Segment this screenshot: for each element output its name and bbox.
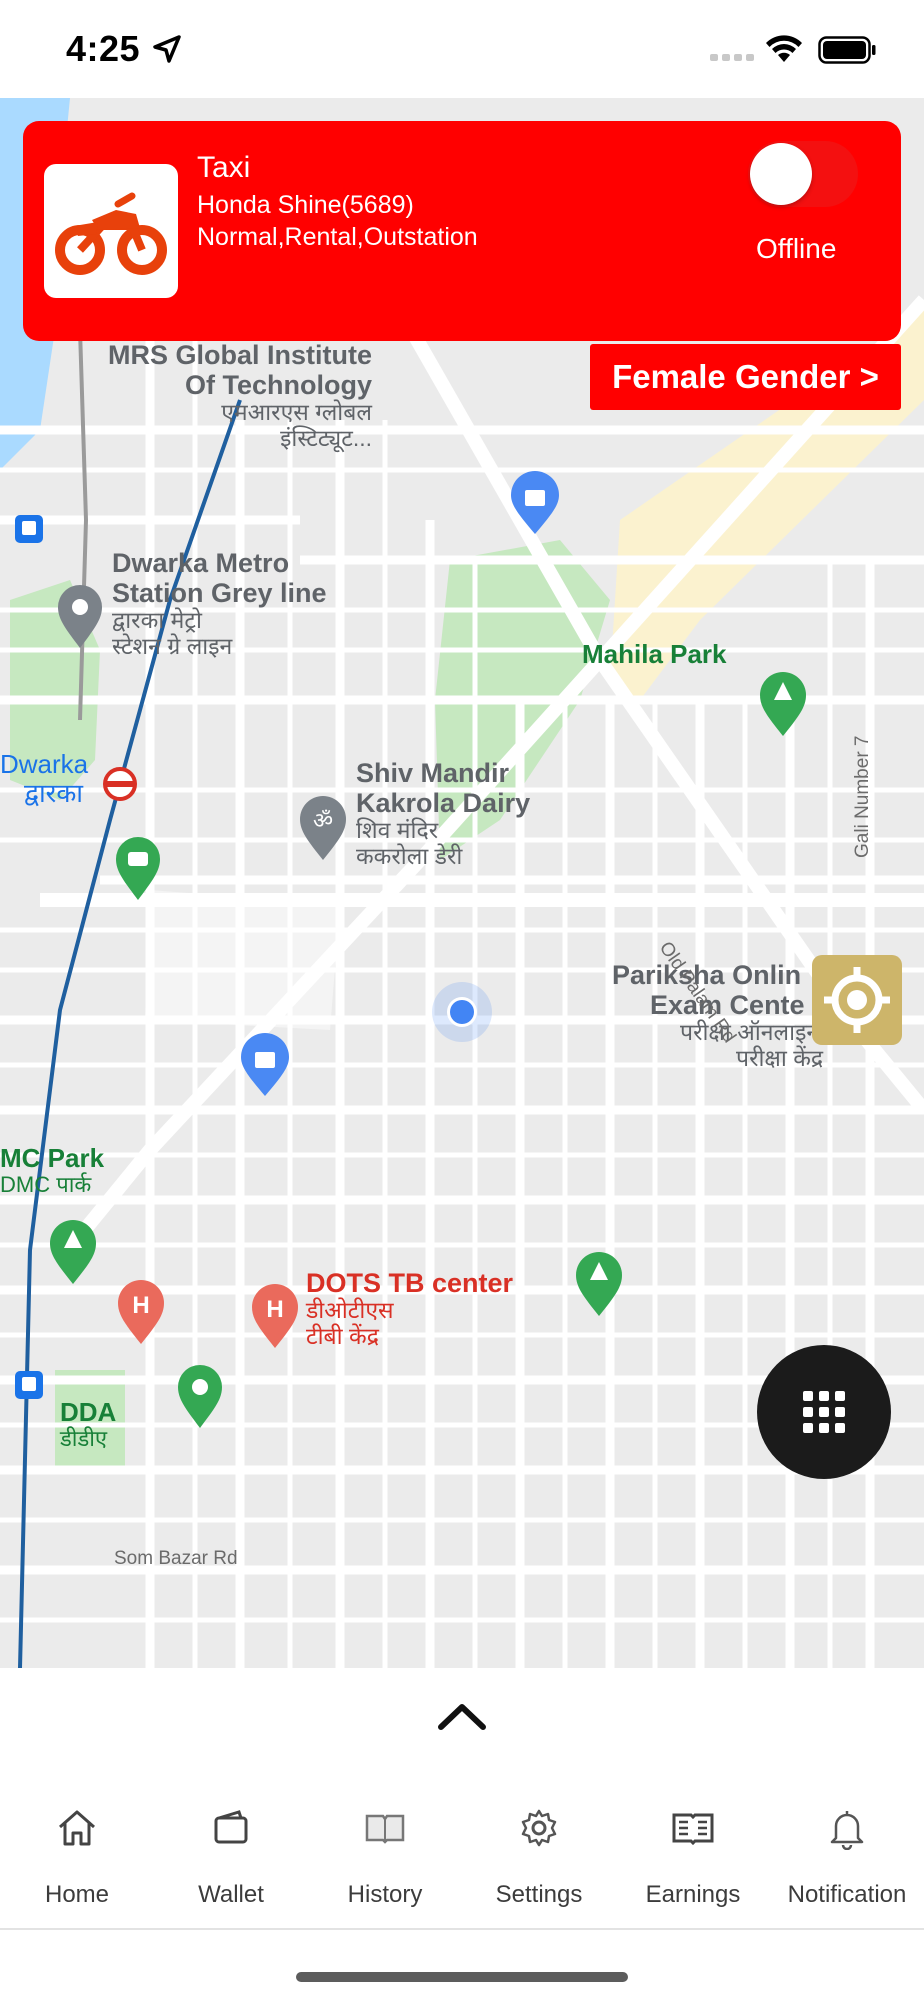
tab-home[interactable]: Home	[0, 1788, 154, 1908]
chevron-up-icon[interactable]	[437, 1701, 487, 1731]
bus-stop-icon[interactable]	[14, 1370, 44, 1400]
place-label-dots: DOTS TB center डीओटीएस टीबी केंद्र	[306, 1268, 513, 1350]
place-label-shiv-mandir: Shiv Mandir Kakrola Dairy शिव मंदिर ककरो…	[356, 758, 530, 870]
place-label-mrs-hindi2: इंस्टिट्यूट...	[280, 425, 372, 452]
earnings-icon	[672, 1813, 714, 1846]
home-icon	[59, 1810, 95, 1846]
hospital-pin-icon[interactable]: H	[116, 1280, 166, 1346]
tab-wallet[interactable]: Wallet	[154, 1788, 308, 1908]
road-label-gali-7: Gali Number 7	[852, 735, 873, 859]
place-label-pariksha-hindi2: परीक्षा केंद्र	[736, 1045, 824, 1072]
tab-label: Home	[44, 1881, 110, 1908]
wallet-icon	[214, 1810, 248, 1844]
gear-icon	[521, 1809, 557, 1847]
place-label-mrs-line2: Of Technology	[185, 370, 372, 401]
place-label-dda: DDA डीडीए	[60, 1397, 117, 1452]
place-label-dwarka-en: Dwarka	[0, 749, 89, 779]
female-gender-button[interactable]: Female Gender >	[590, 344, 901, 410]
bell-icon	[830, 1811, 864, 1850]
place-label-metro: Dwarka Metro Station Grey line द्वारका म…	[112, 548, 327, 660]
bottom-sheet: Home Wallet History Settings Earnings No…	[0, 1668, 924, 1930]
location-pin-icon[interactable]	[56, 584, 104, 650]
place-label-metro-line1: Dwarka Metro	[112, 548, 290, 578]
tab-label: Earnings	[645, 1881, 741, 1908]
place-label-shiv-hindi1: शिव मंदिर	[356, 817, 439, 844]
recenter-button[interactable]	[812, 955, 902, 1045]
battery-icon	[818, 36, 876, 64]
svg-text:H: H	[266, 1296, 283, 1323]
vehicle-thumbnail	[44, 164, 178, 298]
motorbike-icon	[55, 192, 167, 275]
book-icon	[365, 1814, 405, 1844]
place-label-pariksha-line1: Pariksha Onlin	[612, 960, 802, 990]
wifi-icon	[766, 35, 802, 62]
place-label-dwarka: Dwarka द्वारका	[0, 749, 89, 809]
dairy-pin-icon[interactable]	[114, 836, 162, 902]
vehicle-services: Normal,Rental,Outstation	[197, 223, 478, 251]
metro-station-icon[interactable]	[102, 766, 138, 802]
place-label-dmc-park: MC Park DMC पार्क	[0, 1143, 105, 1198]
location-pin-icon[interactable]	[176, 1364, 224, 1430]
place-label-dots-hindi2: टीबी केंद्र	[306, 1322, 379, 1349]
park-pin-icon[interactable]	[758, 672, 808, 738]
status-time: 4:25	[66, 28, 141, 69]
vehicle-model: Honda Shine(5689)	[197, 191, 414, 219]
tab-label: Settings	[495, 1881, 583, 1908]
vehicle-type: Taxi	[197, 151, 251, 184]
place-label-dda-hindi: डीडीए	[60, 1426, 108, 1452]
home-indicator	[296, 1972, 628, 1982]
temple-pin-icon[interactable]: ॐ	[298, 796, 348, 862]
park-pin-icon[interactable]	[574, 1252, 624, 1318]
tab-history[interactable]: History	[308, 1788, 462, 1908]
place-label-shiv-line1: Shiv Mandir	[356, 758, 510, 788]
road-label-som-bazar: Som Bazar Rd	[114, 1548, 238, 1569]
tab-earnings[interactable]: Earnings	[616, 1788, 770, 1908]
place-label-metro-line2: Station Grey line	[112, 578, 327, 609]
tab-label: Wallet	[198, 1881, 264, 1908]
place-label-mrs: MRS Global Institute Of Technology एमआरए…	[86, 340, 372, 452]
crosshair-icon	[824, 967, 890, 1033]
place-label-mrs-hindi1: एमआरएस ग्लोबल	[221, 399, 372, 426]
place-label-dwarka-hindi: द्वारका	[24, 778, 84, 809]
place-label-metro-hindi2: स्टेशन ग्रे लाइन	[112, 633, 233, 660]
tab-settings[interactable]: Settings	[462, 1788, 616, 1908]
tab-notification[interactable]: Notification	[770, 1788, 924, 1908]
place-label-dmc-hindi: DMC पार्क	[0, 1172, 92, 1198]
menu-grid-button[interactable]	[757, 1345, 891, 1479]
bus-stop-icon[interactable]	[14, 514, 44, 544]
place-label-metro-hindi1: द्वारका मेट्रो	[112, 607, 202, 634]
shopping-pin-icon[interactable]	[238, 1032, 292, 1098]
place-label-mrs-line1: MRS Global Institute	[107, 340, 372, 370]
location-arrow-icon	[153, 35, 181, 63]
park-pin-icon[interactable]	[48, 1220, 98, 1286]
svg-text:ॐ: ॐ	[313, 809, 333, 834]
tab-label: Notification	[787, 1881, 907, 1908]
place-label-mahila-park: Mahila Park	[582, 639, 727, 669]
online-toggle[interactable]	[748, 141, 858, 207]
status-bar: 4:25	[0, 0, 924, 98]
online-status-label: Offline	[756, 233, 837, 264]
place-label-dmc-en: MC Park	[0, 1143, 105, 1173]
place-label-shiv-hindi2: ककरोला डेरी	[356, 843, 463, 870]
cellular-signal-icon	[710, 54, 754, 61]
place-label-shiv-line2: Kakrola Dairy	[356, 788, 531, 819]
shopping-pin-icon[interactable]	[508, 470, 562, 536]
toggle-knob	[750, 143, 812, 205]
tab-label: History	[347, 1881, 423, 1908]
hospital-pin-icon[interactable]: H	[250, 1284, 300, 1350]
place-label-dda-en: DDA	[60, 1397, 117, 1427]
vehicle-status-card: Taxi Honda Shine(5689) Normal,Rental,Out…	[23, 121, 901, 341]
grid-icon	[803, 1391, 845, 1433]
place-label-dots-en: DOTS TB center	[306, 1268, 514, 1298]
svg-text:H: H	[132, 1292, 149, 1319]
place-label-dots-hindi1: डीओटीएस	[306, 1297, 394, 1324]
current-location-dot	[432, 982, 492, 1042]
bottom-tab-bar: Home Wallet History Settings Earnings No…	[0, 1788, 924, 1930]
